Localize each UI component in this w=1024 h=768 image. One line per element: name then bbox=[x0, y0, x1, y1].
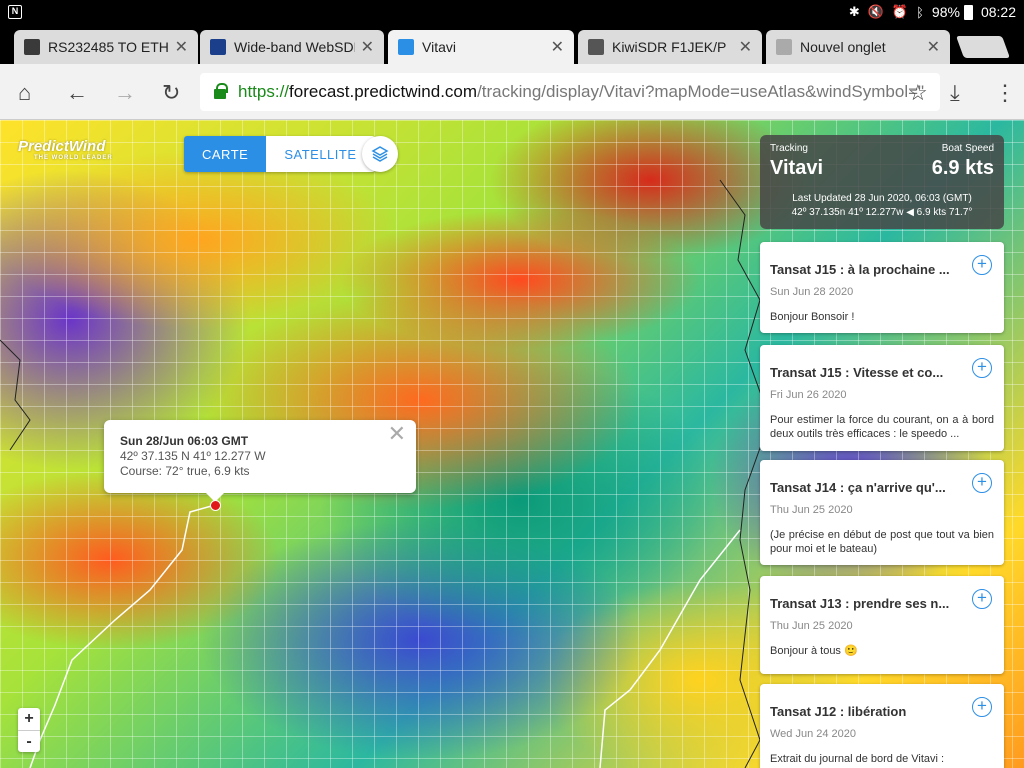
back-icon[interactable]: ← bbox=[66, 80, 88, 106]
reload-icon[interactable]: ↻ bbox=[162, 80, 180, 106]
notification-icon: N bbox=[8, 5, 22, 19]
clock: 08:22 bbox=[980, 4, 1016, 20]
logo-tagline: THE WORLD LEADER bbox=[34, 155, 113, 161]
position-popup: Sun 28/Jun 06:03 GMT 42º 37.135 N 41º 12… bbox=[104, 420, 416, 502]
expand-icon[interactable]: + bbox=[972, 255, 992, 275]
bluetooth-icon: ✱ bbox=[848, 4, 860, 19]
post-excerpt: Pour estimer la force du courant, on a à… bbox=[770, 414, 994, 440]
popup-course: Course: 72° true, 6.9 kts bbox=[120, 464, 250, 478]
tab-bar: RS232485 TO ETH ✕ Wide-band WebSDR ✕ Vit… bbox=[0, 26, 1024, 64]
url-path: /tracking/display/Vitavi?mapMode=useAtla… bbox=[477, 82, 925, 101]
close-icon[interactable]: ✕ bbox=[388, 423, 406, 445]
tracking-position: 42º 37.135n 41º 12.277w ◀ 6.9 kts 71.7° bbox=[791, 207, 973, 218]
expand-icon[interactable]: + bbox=[972, 358, 992, 378]
tab-favicon-icon bbox=[398, 39, 414, 55]
post-excerpt: Bonjour Bonsoir ! bbox=[770, 311, 855, 323]
tab-title: Vitavi bbox=[422, 39, 456, 55]
tab-rs232485[interactable]: RS232485 TO ETH ✕ bbox=[14, 30, 198, 64]
battery-icon bbox=[963, 4, 973, 20]
address-bar[interactable]: https:// forecast.predictwind.com /track… bbox=[200, 73, 940, 111]
status-bar: N ✱ 🔇 ⏰ ᛒ 98% 08:22 bbox=[0, 0, 1024, 26]
new-tab-button[interactable] bbox=[955, 36, 1011, 58]
alarm-icon: ⏰ bbox=[891, 4, 909, 19]
tab-title: Nouvel onglet bbox=[800, 39, 886, 55]
tab-title: KiwiSDR F1JEK/P bbox=[612, 39, 727, 55]
tab-favicon-icon bbox=[588, 39, 604, 55]
blog-post[interactable]: Tansat J12 : libération + Wed Jun 24 202… bbox=[760, 684, 1004, 768]
tab-favicon-icon bbox=[210, 39, 226, 55]
boat-name: Vitavi bbox=[770, 157, 823, 179]
toolbar: ⌂ ← → ↻ https:// forecast.predictwind.co… bbox=[0, 64, 1024, 120]
expand-icon[interactable]: + bbox=[972, 589, 992, 609]
post-title: Transat J13 : prendre ses n... bbox=[770, 596, 950, 611]
url-scheme: https:// bbox=[238, 82, 290, 101]
url-host: forecast.predictwind.com bbox=[289, 82, 478, 101]
post-title: Tansat J15 : à la prochaine ... bbox=[770, 262, 950, 277]
expand-icon[interactable]: + bbox=[972, 473, 992, 493]
bluetooth-icon: ᛒ bbox=[916, 4, 924, 20]
tab-kiwisdr[interactable]: KiwiSDR F1JEK/P ✕ bbox=[578, 30, 762, 64]
blog-post[interactable]: Transat J15 : Vitesse et co... + Fri Jun… bbox=[760, 345, 1004, 451]
layers-button[interactable] bbox=[362, 136, 398, 172]
blog-post[interactable]: Transat J13 : prendre ses n... + Thu Jun… bbox=[760, 576, 1004, 674]
mute-icon: 🔇 bbox=[867, 4, 884, 19]
predictwind-logo: PredictWind THE WORLD LEADER bbox=[18, 138, 113, 161]
carte-button[interactable]: CARTE bbox=[184, 136, 267, 172]
menu-icon[interactable]: ⋮ bbox=[994, 80, 1016, 106]
popup-position: 42º 37.135 N 41º 12.277 W bbox=[120, 449, 266, 463]
close-icon[interactable]: ✕ bbox=[361, 37, 374, 57]
download-icon[interactable]: ⤓ bbox=[950, 80, 960, 106]
tab-favicon-icon bbox=[24, 39, 40, 55]
post-excerpt: (Je précise en début de post que tout va… bbox=[770, 529, 994, 555]
boat-speed: 6.9 kts bbox=[931, 157, 994, 179]
post-date: Thu Jun 25 2020 bbox=[770, 504, 853, 516]
zoom-control: + - bbox=[18, 708, 40, 752]
tab-new[interactable]: Nouvel onglet ✕ bbox=[766, 30, 950, 64]
post-date: Thu Jun 25 2020 bbox=[770, 620, 853, 632]
home-icon[interactable]: ⌂ bbox=[18, 80, 31, 106]
tab-websdr[interactable]: Wide-band WebSDR ✕ bbox=[200, 30, 384, 64]
satellite-button[interactable]: SATELLITE bbox=[266, 136, 375, 172]
lock-icon bbox=[214, 83, 228, 99]
post-title: Transat J15 : Vitesse et co... bbox=[770, 365, 944, 380]
logo-text: PredictWind bbox=[18, 138, 106, 155]
post-title: Tansat J12 : libération bbox=[770, 704, 907, 719]
popup-datetime: Sun 28/Jun 06:03 GMT bbox=[120, 434, 249, 448]
post-date: Wed Jun 24 2020 bbox=[770, 728, 857, 740]
post-date: Fri Jun 26 2020 bbox=[770, 389, 847, 401]
blog-post[interactable]: Tansat J14 : ça n'arrive qu'... + Thu Ju… bbox=[760, 460, 1004, 565]
boat-speed-label: Boat Speed bbox=[941, 143, 994, 154]
close-icon[interactable]: ✕ bbox=[175, 37, 188, 57]
forward-icon[interactable]: → bbox=[114, 80, 136, 106]
star-icon[interactable]: ☆ bbox=[908, 80, 928, 106]
close-icon[interactable]: ✕ bbox=[551, 37, 564, 57]
blog-post[interactable]: Tansat J15 : à la prochaine ... + Sun Ju… bbox=[760, 242, 1004, 333]
weather-map[interactable]: PredictWind THE WORLD LEADER CARTE SATEL… bbox=[0, 120, 1024, 768]
close-icon[interactable]: ✕ bbox=[927, 37, 940, 57]
tab-title: Wide-band WebSDR bbox=[234, 39, 355, 55]
zoom-in-button[interactable]: + bbox=[18, 708, 40, 730]
map-type-toggle: CARTE SATELLITE bbox=[184, 136, 375, 172]
post-excerpt: Extrait du journal de bord de Vitavi : bbox=[770, 753, 945, 765]
tab-title: RS232485 TO ETH bbox=[48, 39, 169, 55]
battery-level: 98% bbox=[931, 4, 960, 20]
post-date: Sun Jun 28 2020 bbox=[770, 286, 854, 298]
tracking-summary: Tracking Boat Speed Vitavi 6.9 kts Last … bbox=[760, 135, 1004, 229]
status-icons: ✱ 🔇 ⏰ ᛒ 98% 08:22 bbox=[849, 4, 1016, 20]
zoom-out-button[interactable]: - bbox=[18, 730, 40, 752]
post-excerpt: Bonjour à tous 🙂 bbox=[770, 645, 858, 657]
post-title: Tansat J14 : ça n'arrive qu'... bbox=[770, 480, 946, 495]
tab-favicon-icon bbox=[776, 39, 792, 55]
expand-icon[interactable]: + bbox=[972, 697, 992, 717]
boat-marker[interactable] bbox=[210, 500, 221, 511]
close-icon[interactable]: ✕ bbox=[739, 37, 752, 57]
tab-vitavi[interactable]: Vitavi ✕ bbox=[388, 30, 574, 64]
layers-icon bbox=[371, 146, 389, 162]
last-updated: Last Updated 28 Jun 2020, 06:03 (GMT) bbox=[792, 193, 972, 204]
